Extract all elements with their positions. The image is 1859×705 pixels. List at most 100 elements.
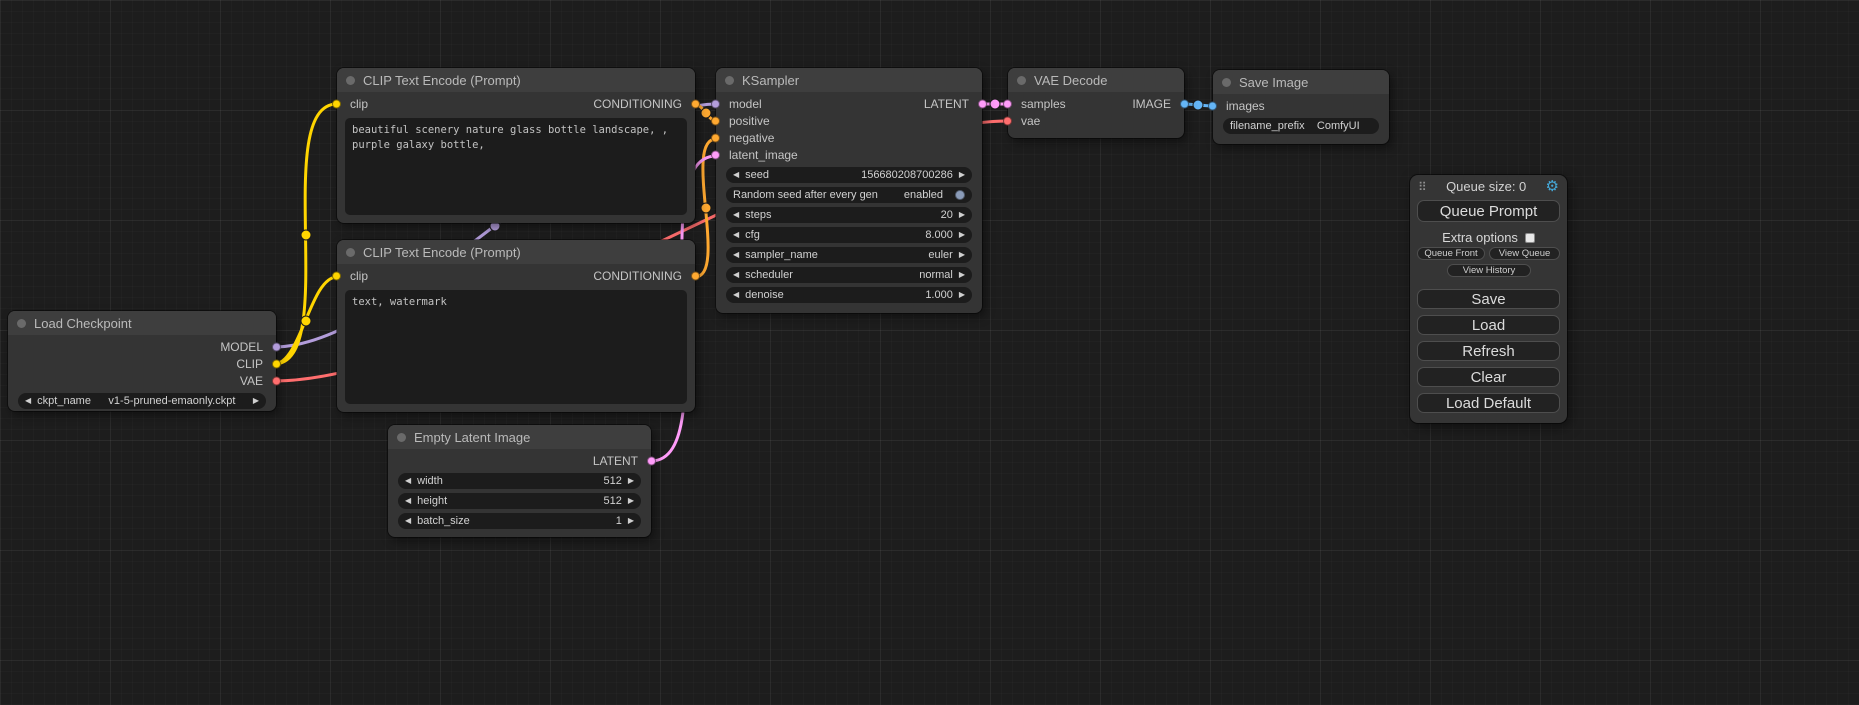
arrow-right-icon[interactable]: ▶ [959,271,965,279]
prompt-textarea[interactable]: beautiful scenery nature glass bottle la… [345,118,687,215]
input-row-negative: negative [716,129,982,146]
widget-value: ComfyUI [1313,120,1364,132]
node-collapse-dot-icon[interactable] [17,319,26,328]
node-load-checkpoint[interactable]: Load Checkpoint MODEL CLIP VAE ◀ ckpt_na… [8,311,276,411]
arrow-right-icon[interactable]: ▶ [253,397,259,405]
queue-panel: ⠿ Queue size: 0 ⚙ Queue Prompt Extra opt… [1410,175,1567,423]
load-checkpoint-title-bar[interactable]: Load Checkpoint [8,311,276,335]
node-empty-latent-image[interactable]: Empty Latent Image LATENT ◀ width 512 ▶ … [388,425,651,537]
height-widget[interactable]: ◀ height 512 ▶ [398,493,641,509]
arrow-left-icon[interactable]: ◀ [733,211,739,219]
prompt-textarea[interactable]: text, watermark [345,290,687,404]
input-slot-latent-image[interactable] [711,150,720,159]
queue-prompt-button[interactable]: Queue Prompt [1417,200,1560,222]
node-clip-text-encode-positive[interactable]: CLIP Text Encode (Prompt) clip CONDITION… [337,68,695,223]
clear-button[interactable]: Clear [1417,367,1560,387]
batch-size-widget[interactable]: ◀ batch_size 1 ▶ [398,513,641,529]
output-slot-conditioning[interactable] [691,271,700,280]
vae-decode-title-bar[interactable]: VAE Decode [1008,68,1184,92]
arrow-left-icon[interactable]: ◀ [733,171,739,179]
sampler-name-widget[interactable]: ◀ sampler_name euler ▶ [726,247,972,263]
load-default-button[interactable]: Load Default [1417,393,1560,413]
arrow-right-icon[interactable]: ▶ [959,231,965,239]
output-slot-conditioning[interactable] [691,99,700,108]
width-widget[interactable]: ◀ width 512 ▶ [398,473,641,489]
output-slot-latent[interactable] [647,456,656,465]
node-graph-canvas[interactable]: Load Checkpoint MODEL CLIP VAE ◀ ckpt_na… [0,0,1859,705]
extra-options-checkbox[interactable] [1525,233,1535,243]
input-slot-clip[interactable] [332,271,341,280]
empty-latent-title-bar[interactable]: Empty Latent Image [388,425,651,449]
output-slot-latent[interactable] [978,99,987,108]
output-slot-clip[interactable] [272,359,281,368]
input-slot-negative[interactable] [711,133,720,142]
input-slot-model[interactable] [711,99,720,108]
arrow-right-icon[interactable]: ▶ [959,171,965,179]
settings-gear-icon[interactable]: ⚙ [1546,179,1559,194]
queue-front-button[interactable]: Queue Front [1417,247,1485,260]
output-row-clip: CLIP [8,355,276,372]
arrow-left-icon[interactable]: ◀ [405,517,411,525]
input-slot-clip[interactable] [332,99,341,108]
save-image-title-bar[interactable]: Save Image [1213,70,1389,94]
arrow-left-icon[interactable]: ◀ [733,231,739,239]
arrow-right-icon[interactable]: ▶ [628,497,634,505]
node-collapse-dot-icon[interactable] [1222,78,1231,87]
widget-value: euler [928,249,952,261]
arrow-right-icon[interactable]: ▶ [959,251,965,259]
arrow-left-icon[interactable]: ◀ [733,251,739,259]
arrow-right-icon[interactable]: ▶ [959,211,965,219]
arrow-right-icon[interactable]: ▶ [959,291,965,299]
clip-encode-title-bar[interactable]: CLIP Text Encode (Prompt) [337,240,695,264]
widget-label: steps [745,209,771,221]
arrow-right-icon[interactable]: ▶ [628,517,634,525]
input-slot-samples[interactable] [1003,99,1012,108]
node-clip-text-encode-negative[interactable]: CLIP Text Encode (Prompt) clip CONDITION… [337,240,695,412]
slot-area: LATENT [388,449,651,469]
arrow-left-icon[interactable]: ◀ [25,397,31,405]
input-slot-positive[interactable] [711,116,720,125]
ksampler-title-bar[interactable]: KSampler [716,68,982,92]
input-slot-images[interactable] [1208,101,1217,110]
node-title: Save Image [1239,75,1308,90]
output-slot-model[interactable] [272,342,281,351]
node-collapse-dot-icon[interactable] [397,433,406,442]
ckpt-name-widget[interactable]: ◀ ckpt_name v1-5-pruned-emaonly.ckpt ▶ [18,393,266,409]
steps-widget[interactable]: ◀ steps 20 ▶ [726,207,972,223]
input-label-vae: vae [1021,114,1040,128]
filename-prefix-widget[interactable]: filename_prefix ComfyUI [1223,118,1379,134]
arrow-left-icon[interactable]: ◀ [405,497,411,505]
clip-encode-title-bar[interactable]: CLIP Text Encode (Prompt) [337,68,695,92]
input-label-negative: negative [729,131,774,145]
refresh-button[interactable]: Refresh [1417,341,1560,361]
node-collapse-dot-icon[interactable] [725,76,734,85]
node-ksampler[interactable]: KSampler model LATENT positive negative … [716,68,982,313]
node-collapse-dot-icon[interactable] [346,76,355,85]
output-slot-image[interactable] [1180,99,1189,108]
toggle-indicator-icon[interactable] [955,190,965,200]
arrow-right-icon[interactable]: ▶ [628,477,634,485]
load-button[interactable]: Load [1417,315,1560,335]
input-row-images: images [1213,97,1389,114]
denoise-widget[interactable]: ◀ denoise 1.000 ▶ [726,287,972,303]
view-history-button[interactable]: View History [1447,264,1531,277]
node-collapse-dot-icon[interactable] [1017,76,1026,85]
save-button[interactable]: Save [1417,289,1560,309]
random-seed-toggle-widget[interactable]: Random seed after every gen enabled [726,187,972,203]
output-label-clip: CLIP [236,357,263,371]
arrow-left-icon[interactable]: ◀ [733,271,739,279]
node-vae-decode[interactable]: VAE Decode samples IMAGE vae [1008,68,1184,138]
seed-widget[interactable]: ◀ seed 156680208700286 ▶ [726,167,972,183]
arrow-left-icon[interactable]: ◀ [733,291,739,299]
scheduler-widget[interactable]: ◀ scheduler normal ▶ [726,267,972,283]
cfg-widget[interactable]: ◀ cfg 8.000 ▶ [726,227,972,243]
widget-label: seed [745,169,769,181]
node-title: KSampler [742,73,799,88]
node-collapse-dot-icon[interactable] [346,248,355,257]
arrow-left-icon[interactable]: ◀ [405,477,411,485]
node-save-image[interactable]: Save Image images filename_prefix ComfyU… [1213,70,1389,144]
input-slot-vae[interactable] [1003,116,1012,125]
view-queue-button[interactable]: View Queue [1489,247,1560,260]
output-slot-vae[interactable] [272,376,281,385]
drag-handle-icon[interactable]: ⠿ [1418,180,1427,194]
